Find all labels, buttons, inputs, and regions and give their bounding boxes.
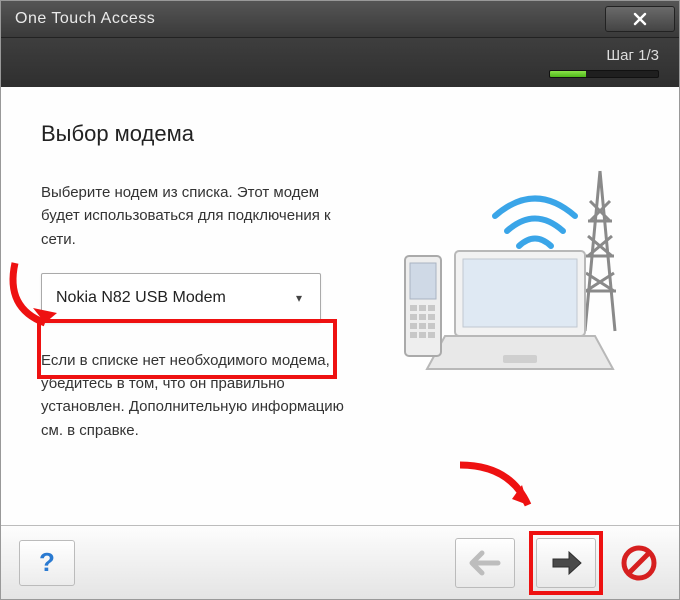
cancel-button[interactable] <box>617 541 661 585</box>
footer-bar: ? <box>1 525 679 599</box>
next-button[interactable] <box>536 538 596 588</box>
annotation-highlight-next <box>529 531 603 595</box>
content-area: Выбор модема Выберите нодем из списка. Э… <box>1 87 679 525</box>
step-strip: Шаг 1/3 <box>1 37 679 87</box>
back-button[interactable] <box>455 538 515 588</box>
page-heading: Выбор модема <box>41 121 351 147</box>
illustration <box>361 121 649 515</box>
close-icon <box>633 12 647 26</box>
help-text: Если в списке нет необходимого модема, у… <box>41 349 351 442</box>
close-button[interactable] <box>605 6 675 32</box>
arrow-left-icon <box>468 549 502 577</box>
step-progress-fill <box>550 71 586 77</box>
laptop-phone-tower-icon <box>375 161 635 401</box>
cancel-icon <box>620 544 658 582</box>
text-column: Выбор модема Выберите нодем из списка. Э… <box>41 121 351 515</box>
nav-buttons <box>455 531 661 595</box>
chevron-down-icon: ▾ <box>296 291 302 305</box>
arrow-right-icon <box>549 549 583 577</box>
modem-selected-value: Nokia N82 USB Modem <box>56 289 226 307</box>
intro-text: Выберите нодем из списка. Этот модем буд… <box>41 181 351 251</box>
step-label: Шаг 1/3 <box>606 47 659 64</box>
help-icon: ? <box>39 547 55 578</box>
app-window: One Touch Access Шаг 1/3 Выбор модема Вы… <box>0 0 680 600</box>
window-title: One Touch Access <box>15 10 155 28</box>
title-bar: One Touch Access <box>1 1 679 37</box>
step-progress <box>549 70 659 78</box>
modem-dropdown[interactable]: Nokia N82 USB Modem ▾ <box>41 273 321 323</box>
help-button[interactable]: ? <box>19 540 75 586</box>
